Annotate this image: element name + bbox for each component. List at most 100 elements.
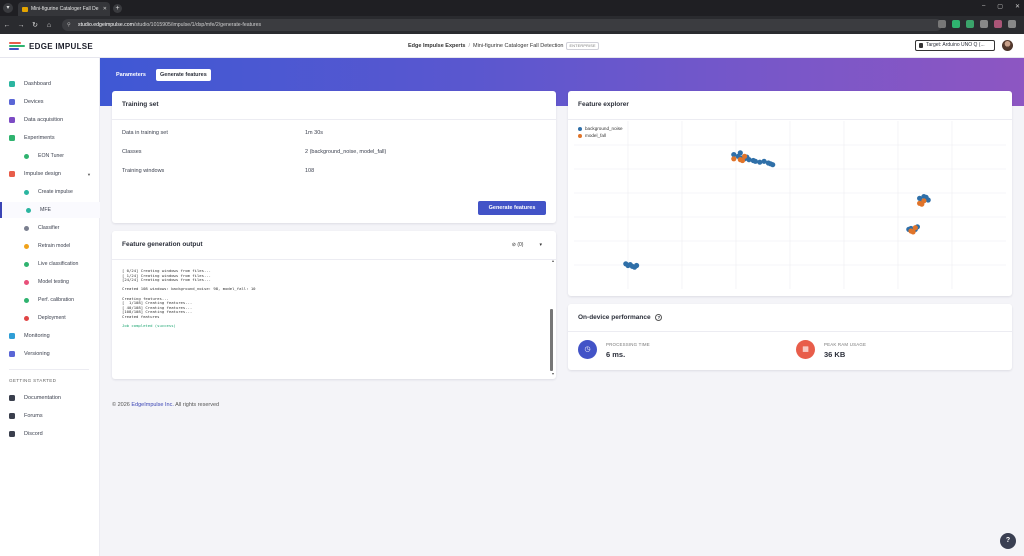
minimize-icon[interactable]: – [982, 3, 985, 10]
breadcrumb-org[interactable]: Edge Impulse Experts [408, 43, 465, 49]
feature-output-title: Feature generation output [122, 241, 203, 248]
mfe-icon [26, 207, 31, 213]
scatter-point-model-fall[interactable] [731, 156, 737, 162]
breadcrumb: Edge Impulse Experts / Mini-figurine Cat… [408, 42, 599, 50]
sidebar-divider [9, 369, 89, 370]
forums-icon [9, 413, 15, 419]
sidebar-item-retrain-model[interactable]: Retrain model [0, 238, 100, 254]
sidebar-item-label: Devices [24, 99, 44, 105]
info-icon[interactable]: ? [655, 314, 663, 321]
sidebar-item-label: Data acquisition [24, 117, 64, 123]
sidebar-item-label: Discord [24, 431, 43, 437]
close-window-icon[interactable]: ✕ [1015, 3, 1020, 10]
training-key-classes: Classes [122, 149, 142, 155]
back-icon[interactable]: ← [0, 22, 14, 29]
address-bar[interactable]: ⚲ studio.edgeimpulse.com/studio/1015905/… [62, 19, 942, 31]
metric-value: 36 KB [824, 350, 846, 359]
scatter-point-background-noise[interactable] [737, 150, 743, 156]
edge-impulse-logo[interactable]: EDGE IMPULSE [9, 42, 93, 51]
console-scrollbar[interactable] [550, 309, 553, 371]
feature-scatter-plot[interactable] [574, 121, 1006, 289]
site-info-icon[interactable]: ⚲ [67, 19, 71, 31]
clock-icon: ◷ [578, 340, 597, 359]
output-console[interactable]: [ 0/24] Creating windows from files...[ … [122, 269, 547, 374]
help-button[interactable]: ? [1000, 533, 1016, 549]
window-controls: – ▢ ✕ [982, 3, 1020, 10]
extension-green-icon[interactable] [966, 20, 974, 28]
sidebar-item-perf-calibration[interactable]: Perf. calibration [0, 292, 100, 308]
scatter-point-background-noise[interactable] [757, 159, 763, 165]
output-controls: ⊘ (0) ▾ [512, 242, 542, 248]
scroll-down-icon[interactable]: ▾ [552, 371, 554, 376]
browser-toolbar: ← → ↻ ⌂ ⚲ studio.edgeimpulse.com/studio/… [0, 16, 1024, 34]
sidebar-item-deployment[interactable]: Deployment [0, 310, 100, 326]
scatter-point-background-noise[interactable] [750, 157, 756, 164]
legend-label: model_fall [585, 133, 606, 138]
bookmark-star-icon[interactable] [938, 20, 946, 28]
classifier-icon [24, 225, 29, 231]
scatter-point-background-noise[interactable] [634, 262, 640, 269]
monitor-icon [9, 81, 15, 87]
legend-item-background-noise[interactable]: background_noise [578, 125, 623, 132]
sidebar-item-label: Impulse design [24, 171, 61, 177]
new-tab-button[interactable]: + [113, 4, 122, 13]
scatter-point-model-fall[interactable] [742, 153, 748, 159]
create-impulse-icon [24, 189, 29, 195]
sidebar-item-monitoring[interactable]: Monitoring [0, 328, 100, 344]
sidebar-item-experiments[interactable]: Experiments [0, 130, 100, 146]
tab-search-icon[interactable]: ▾ [3, 3, 13, 13]
chevron-down-icon[interactable]: ▼ [87, 172, 91, 177]
sidebar-item-live-classification[interactable]: Live classification [0, 256, 100, 272]
sidebar-item-classifier[interactable]: Classifier [0, 220, 100, 236]
tab-close-icon[interactable]: ✕ [103, 6, 107, 12]
tab-generate-features[interactable]: Generate features [156, 69, 211, 81]
legend-item-model-fall[interactable]: model_fall [578, 132, 623, 139]
collapse-chevron-icon[interactable]: ▾ [539, 242, 542, 248]
sidebar-item-versioning[interactable]: Versioning [0, 346, 100, 362]
sidebar-item-label: Versioning [24, 351, 50, 357]
sidebar-item-data-acquisition[interactable]: Data acquisition [0, 112, 100, 128]
versioning-icon [9, 351, 15, 357]
sidebar-item-impulse-design[interactable]: Impulse design ▼ [0, 166, 100, 182]
extensions-area [938, 20, 1016, 28]
url-path: /studio/1015905/impulse/1/dsp/mfe/2/gene… [133, 22, 262, 28]
metric-label: PROCESSING TIME [606, 342, 650, 347]
sidebar-item-forums[interactable]: Forums [0, 408, 100, 424]
target-device-button[interactable]: Target: Arduino UNO Q (... [915, 40, 995, 51]
tab-parameters[interactable]: Parameters [112, 69, 150, 81]
scatter-point-model-fall[interactable] [921, 198, 927, 204]
scatter-point-background-noise[interactable] [746, 157, 752, 163]
sidebar-item-dashboard[interactable]: Dashboard [0, 76, 100, 92]
profile-icon[interactable] [994, 20, 1002, 28]
home-icon[interactable]: ⌂ [42, 22, 56, 29]
extensions-puzzle-icon[interactable] [980, 20, 988, 28]
processing-time-metric: ◷ PROCESSING TIME 6 ms. [578, 340, 778, 364]
sidebar-item-devices[interactable]: Devices [0, 94, 100, 110]
sidebar-item-mfe[interactable]: MFE [0, 202, 100, 218]
sidebar-item-model-testing[interactable]: Model testing [0, 274, 100, 290]
generate-features-button[interactable]: Generate features [478, 201, 546, 215]
impulse-icon [9, 171, 15, 177]
browser-tab[interactable]: Mini-figurine Cataloger Fall De ✕ [18, 2, 110, 16]
scatter-point-background-noise[interactable] [629, 263, 635, 269]
breadcrumb-project[interactable]: Mini-figurine Cataloger Fall Detection [473, 43, 563, 49]
sidebar-item-label: Model testing [38, 279, 69, 285]
sidebar-item-eon-tuner[interactable]: EON Tuner [0, 148, 100, 164]
footer-rights: All rights reserved [175, 402, 220, 408]
sidebar-item-create-impulse[interactable]: Create impulse [0, 184, 100, 200]
footer-company-link[interactable]: EdgeImpulse Inc. [131, 402, 174, 408]
sidebar-item-label: Live classification [38, 261, 79, 267]
forward-icon[interactable]: → [14, 22, 28, 29]
browser-menu-icon[interactable] [1008, 20, 1016, 28]
scatter-point-background-noise[interactable] [770, 162, 776, 168]
sidebar-item-discord[interactable]: Discord [0, 426, 100, 442]
avatar[interactable] [1002, 40, 1013, 51]
maximize-icon[interactable]: ▢ [997, 3, 1003, 10]
scatter-point-model-fall[interactable] [912, 225, 918, 231]
sidebar-item-documentation[interactable]: Documentation [0, 390, 100, 406]
sidebar-item-label: Retrain model [38, 243, 71, 249]
notification-filter-button[interactable]: ⊘ (0) [512, 242, 524, 248]
scroll-up-icon[interactable]: ▴ [552, 258, 554, 263]
extension-shield-icon[interactable] [952, 20, 960, 28]
reload-icon[interactable]: ↻ [28, 21, 42, 29]
